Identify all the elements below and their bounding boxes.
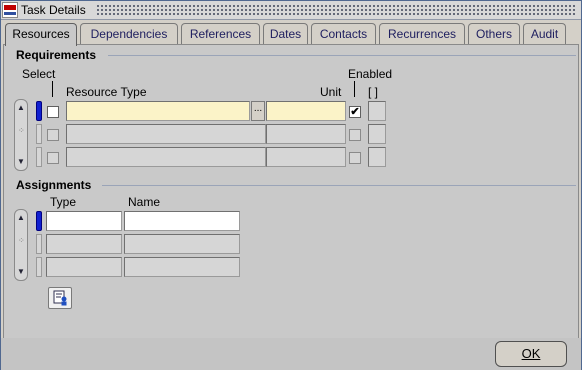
tab-contacts[interactable]: Contacts — [311, 23, 376, 45]
current-record-indicator[interactable] — [36, 211, 42, 231]
assignment-name-field[interactable] — [124, 257, 240, 277]
assignments-divider — [102, 185, 576, 186]
type-column-header: Type — [50, 195, 77, 209]
tab-resources[interactable]: Resources — [5, 23, 77, 46]
record-indicator[interactable] — [36, 147, 42, 167]
title-bar-grip — [96, 4, 577, 16]
select-checkbox[interactable] — [47, 106, 59, 118]
scroll-up-icon[interactable]: ▲ — [15, 212, 27, 224]
assignment-name-field[interactable] — [124, 234, 240, 254]
assignment-name-field[interactable] — [124, 211, 240, 231]
record-indicator[interactable] — [36, 124, 42, 144]
scroll-down-icon[interactable]: ▼ — [15, 266, 27, 278]
resource-type-lov-button[interactable]: ... — [251, 101, 265, 121]
assignment-type-field[interactable] — [46, 257, 122, 277]
scroll-down-icon[interactable]: ▼ — [15, 156, 27, 168]
task-details-window: Task Details Resources Dependencies Refe… — [0, 0, 582, 370]
tab-others[interactable]: Others — [468, 23, 520, 45]
button-bar — [1, 338, 581, 370]
select-checkbox[interactable] — [47, 129, 59, 141]
current-record-indicator[interactable] — [36, 101, 42, 121]
enabled-column-header: Enabled — [348, 67, 393, 81]
unit-field[interactable] — [266, 101, 346, 121]
resource-type-field[interactable] — [66, 101, 250, 121]
title-bar[interactable]: Task Details — [1, 1, 581, 20]
tab-dependencies[interactable]: Dependencies — [80, 23, 178, 45]
tab-references[interactable]: References — [181, 23, 260, 45]
flex-column-header: [ ] — [368, 85, 379, 99]
resource-type-column-header: Resource Type — [66, 85, 147, 99]
select-column-header: Select — [22, 67, 56, 81]
record-indicator[interactable] — [36, 257, 42, 277]
enabled-checkbox[interactable]: ✔ — [349, 106, 361, 118]
flex-field[interactable] — [368, 147, 386, 167]
resource-type-field[interactable] — [66, 124, 266, 144]
tab-recurrences[interactable]: Recurrences — [379, 23, 465, 45]
record-indicator[interactable] — [36, 234, 42, 254]
unit-field[interactable] — [266, 147, 346, 167]
requirements-divider — [108, 55, 576, 56]
assignment-type-field[interactable] — [46, 234, 122, 254]
requirements-section-label: Requirements — [16, 48, 97, 62]
unit-field[interactable] — [266, 124, 346, 144]
window-title: Task Details — [21, 3, 90, 17]
unit-column-header: Unit — [320, 85, 342, 99]
flex-field[interactable] — [368, 124, 386, 144]
tab-audit[interactable]: Audit — [523, 23, 566, 45]
enabled-checkbox[interactable] — [349, 129, 361, 141]
select-header-line — [52, 81, 53, 97]
tab-dates[interactable]: Dates — [263, 23, 308, 45]
ok-button[interactable]: OK — [495, 341, 567, 367]
ok-button-label: OK — [521, 346, 541, 361]
flex-field[interactable] — [368, 101, 386, 121]
oracle-app-icon — [2, 2, 18, 18]
enabled-checkbox[interactable] — [349, 152, 361, 164]
resources-tab-panel: Requirements Select Resource Type Unit E… — [3, 44, 579, 340]
enabled-header-line — [354, 81, 355, 97]
tab-strip: Resources Dependencies References Dates … — [5, 23, 579, 46]
scroll-up-icon[interactable]: ▲ — [15, 102, 27, 114]
assignment-type-field[interactable] — [46, 211, 122, 231]
name-column-header: Name — [128, 195, 161, 209]
resource-type-field[interactable] — [66, 147, 266, 167]
scroll-grip-icon[interactable]: ⁘ — [18, 127, 25, 135]
assignments-section-label: Assignments — [16, 178, 92, 192]
assignments-scrollbar[interactable]: ▲ ⁘ ▼ — [14, 209, 28, 281]
assign-resource-button[interactable] — [48, 287, 72, 309]
assign-resource-icon — [53, 290, 67, 306]
select-checkbox[interactable] — [47, 152, 59, 164]
requirements-scrollbar[interactable]: ▲ ⁘ ▼ — [14, 99, 28, 171]
scroll-grip-icon[interactable]: ⁘ — [18, 237, 25, 245]
